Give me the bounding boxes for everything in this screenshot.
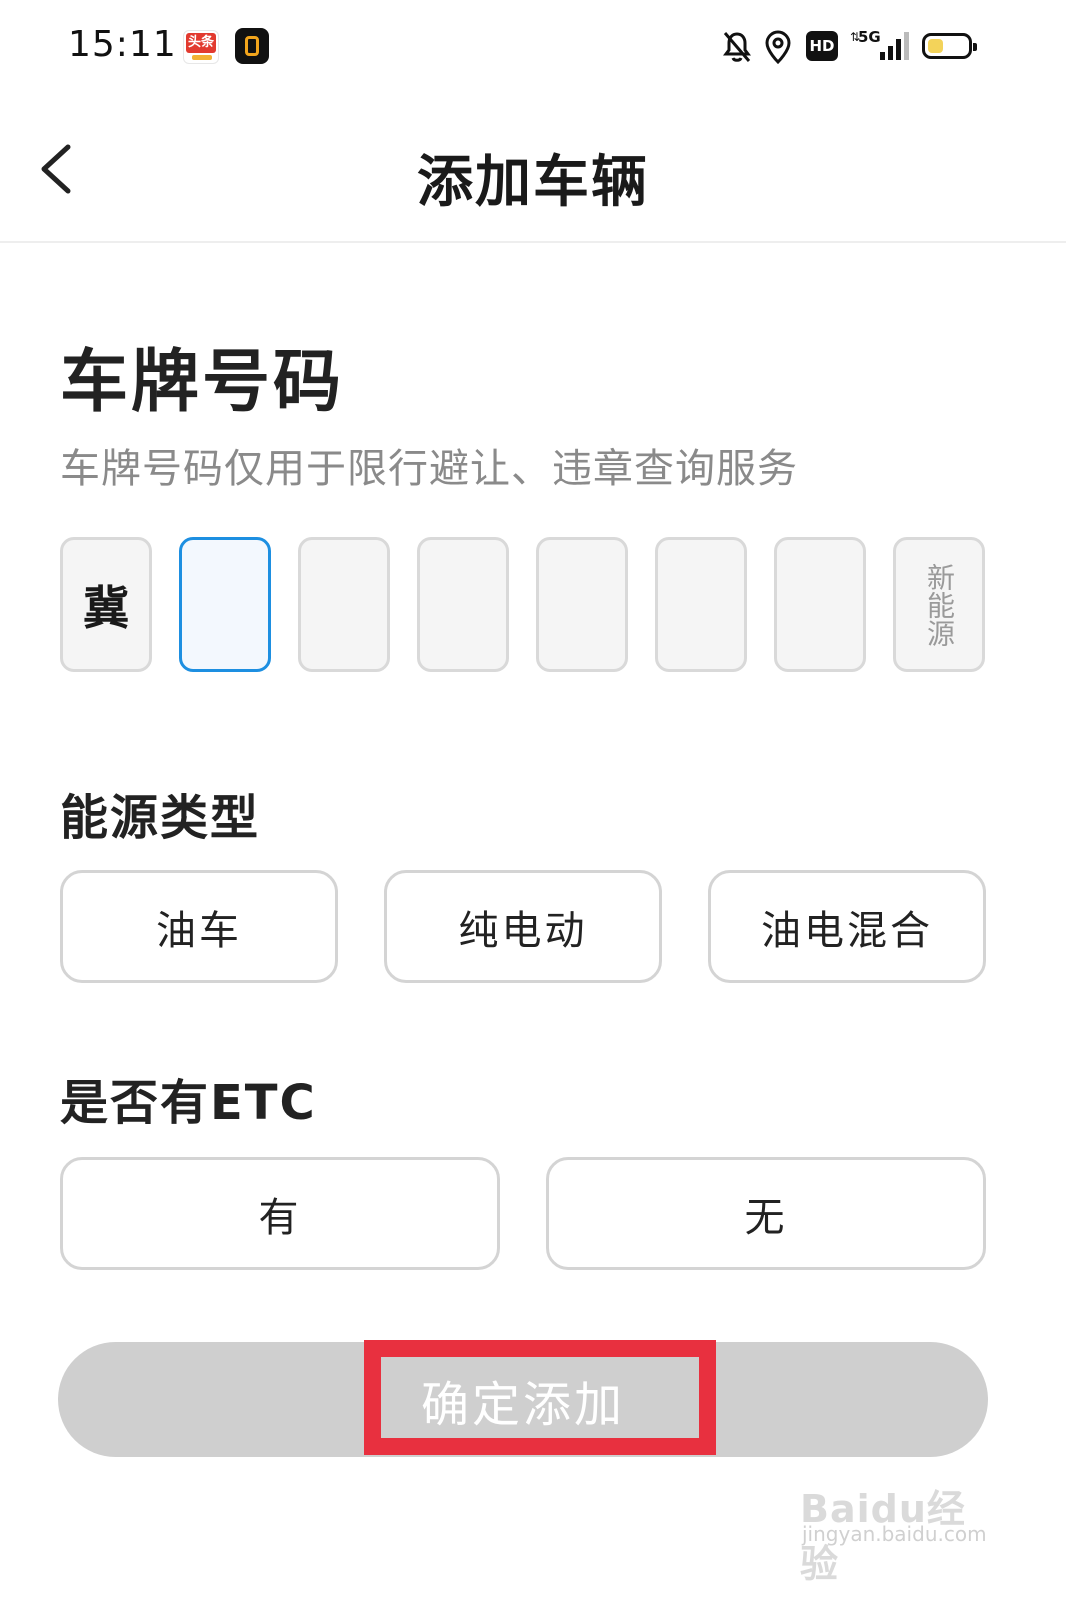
- plate-new-energy-cell[interactable]: 新能源: [893, 537, 985, 672]
- black-app-icon: [235, 28, 269, 64]
- etc-option-no[interactable]: 无: [546, 1157, 986, 1270]
- plate-section-description: 车牌号码仅用于限行避让、违章查询服务: [60, 446, 798, 492]
- plate-char-cell-3[interactable]: [417, 537, 509, 672]
- energy-option-electric[interactable]: 纯电动: [384, 870, 662, 983]
- energy-option-hybrid[interactable]: 油电混合: [708, 870, 986, 983]
- location-icon: [765, 30, 791, 64]
- plate-section-title: 车牌号码: [60, 343, 345, 422]
- hd-label: HD: [809, 37, 835, 55]
- battery-icon: [922, 33, 977, 59]
- etc-option-yes[interactable]: 有: [60, 1157, 500, 1270]
- header: 添加车辆: [0, 95, 1066, 243]
- bell-off-icon: [723, 32, 751, 62]
- plate-char-cell-5[interactable]: [655, 537, 747, 672]
- signal-icon: 5G ⇅: [850, 28, 909, 62]
- toutiao-app-icon: 头条: [183, 30, 219, 64]
- status-time: 15:11: [68, 24, 177, 65]
- energy-type-title: 能源类型: [60, 790, 261, 846]
- etc-title: 是否有ETC: [60, 1075, 317, 1131]
- toutiao-badge-text: 头条: [186, 33, 216, 53]
- status-bar: 15:11 头条 HD 5G ⇅: [0, 0, 1066, 95]
- plate-char-cell-6[interactable]: [774, 537, 866, 672]
- baidu-watermark: Baidu经验 jingyan.baidu.com: [800, 1470, 1000, 1586]
- plate-char-cell-1[interactable]: [179, 537, 271, 672]
- plate-char-cell-4[interactable]: [536, 537, 628, 672]
- watermark-url: jingyan.baidu.com: [802, 1522, 987, 1546]
- hd-icon: HD: [806, 31, 838, 61]
- plate-province-cell[interactable]: 冀: [60, 537, 152, 672]
- page-title: 添加车辆: [417, 150, 649, 215]
- network-label: 5G: [858, 28, 881, 46]
- energy-option-fuel[interactable]: 油车: [60, 870, 338, 983]
- plate-char-cell-2[interactable]: [298, 537, 390, 672]
- confirm-add-button[interactable]: 确定添加: [58, 1342, 988, 1457]
